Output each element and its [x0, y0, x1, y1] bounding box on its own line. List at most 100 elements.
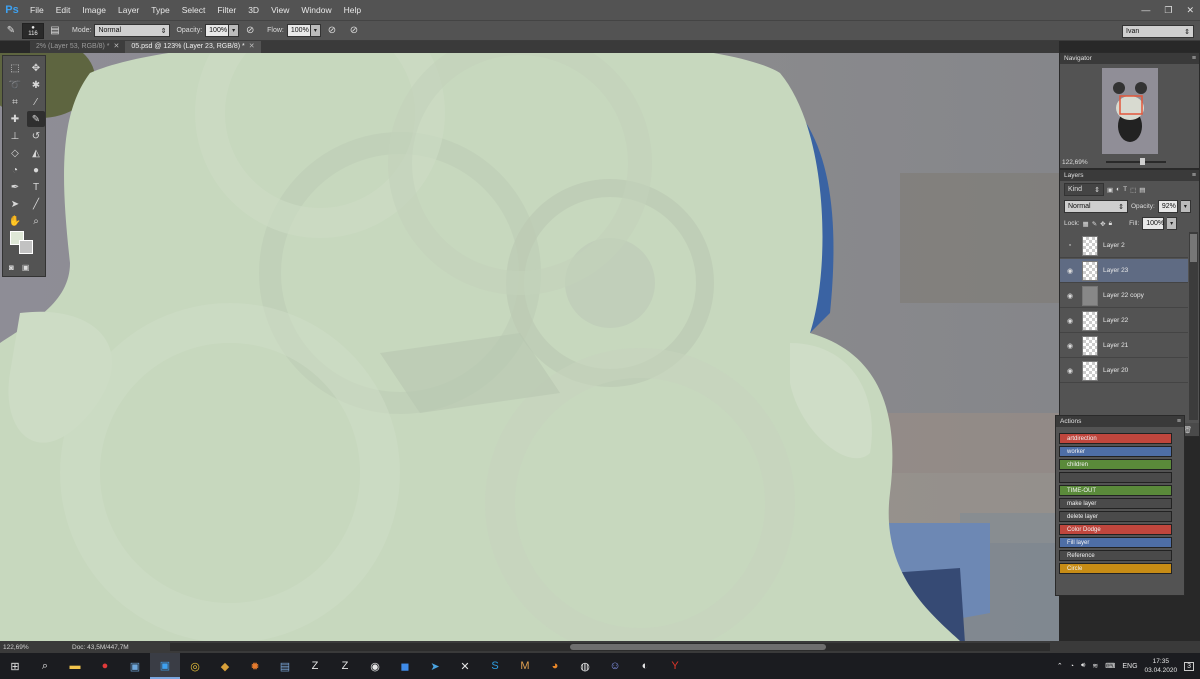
chrome-icon[interactable]: ◎: [180, 653, 210, 679]
document-icon[interactable]: ▤: [270, 653, 300, 679]
shape-filter-icon[interactable]: ⬚: [1130, 186, 1136, 194]
magic-wand-tool-icon[interactable]: ✱: [27, 77, 45, 93]
panel-menu-icon[interactable]: ≡: [1177, 416, 1181, 427]
record-icon[interactable]: ●: [90, 653, 120, 679]
eye-icon[interactable]: ◉: [1060, 267, 1080, 275]
browser-icon[interactable]: ◉: [360, 653, 390, 679]
menu-type[interactable]: Type: [145, 0, 175, 20]
mango-icon[interactable]: M: [510, 653, 540, 679]
brush-panel-toggle-icon[interactable]: ▤: [47, 23, 63, 39]
brush-size-picker[interactable]: ● 116: [22, 22, 44, 39]
zoom-tool-icon[interactable]: ⌕: [27, 213, 45, 229]
eye-icon[interactable]: ◉: [1060, 367, 1080, 375]
opacity-dropdown-icon[interactable]: ▾: [1180, 200, 1191, 213]
status-zoom[interactable]: 122,69%: [0, 644, 34, 651]
eye-icon[interactable]: ◉: [1060, 342, 1080, 350]
menu-image[interactable]: Image: [76, 0, 112, 20]
action-button[interactable]: Color Dodge: [1059, 524, 1172, 535]
path-selection-tool-icon[interactable]: ➤: [6, 196, 24, 212]
layer-opacity-input[interactable]: 92%: [1157, 200, 1178, 213]
photoshop-taskbar-icon[interactable]: ▣: [150, 653, 180, 679]
eye-icon[interactable]: ◉: [1060, 317, 1080, 325]
action-button[interactable]: make layer: [1059, 498, 1172, 509]
minimize-button[interactable]: —: [1141, 5, 1150, 15]
eyedropper-tool-icon[interactable]: ⁄: [27, 94, 45, 110]
ae-icon[interactable]: ◆: [210, 653, 240, 679]
lock-position-icon[interactable]: ✥: [1100, 220, 1105, 228]
discord-icon[interactable]: ☺: [600, 653, 630, 679]
lock-all-icon[interactable]: 🔒︎: [1109, 220, 1112, 228]
document-tab-active[interactable]: 05.psd @ 123% (Layer 23, RGB/8) * ✕: [125, 41, 261, 53]
clone-stamp-tool-icon[interactable]: ⊥: [6, 128, 24, 144]
blender-icon[interactable]: ◕: [540, 653, 570, 679]
move-tool-icon[interactable]: ✥: [27, 60, 45, 76]
brush-tool-preset-icon[interactable]: ✎: [3, 23, 19, 39]
brush-tool-icon[interactable]: ✎: [27, 111, 45, 127]
pen-tool-icon[interactable]: ✒: [6, 179, 24, 195]
layer-row[interactable]: ◉ Layer 21: [1060, 334, 1188, 358]
lock-transparency-icon[interactable]: ▦: [1083, 220, 1089, 228]
pixel-filter-icon[interactable]: ▣: [1107, 186, 1113, 194]
notification-center-icon[interactable]: 3: [1184, 661, 1194, 671]
yandex-icon[interactable]: Y: [660, 653, 690, 679]
file-explorer-icon[interactable]: ▬: [60, 653, 90, 679]
obs-icon[interactable]: ◐: [630, 653, 660, 679]
pressure-size-icon[interactable]: ⊘: [346, 23, 362, 39]
keyboard-icon[interactable]: ⌨: [1105, 662, 1115, 670]
flow-input[interactable]: 100%: [286, 24, 311, 37]
scrollbar-thumb[interactable]: [570, 644, 826, 650]
layer-row[interactable]: ▫ Layer 2: [1060, 234, 1188, 258]
blur-tool-icon[interactable]: ◔: [6, 162, 24, 178]
search-icon[interactable]: ⌕: [30, 653, 60, 679]
opacity-input[interactable]: 100%: [205, 24, 230, 37]
action-button[interactable]: Reference: [1059, 550, 1172, 561]
adjustment-filter-icon[interactable]: ◐: [1116, 186, 1120, 193]
telegram-icon[interactable]: ➤: [420, 653, 450, 679]
fill-dropdown-icon[interactable]: ▾: [1167, 217, 1178, 230]
background-color-swatch[interactable]: [19, 240, 33, 254]
horizontal-scrollbar[interactable]: [170, 643, 1050, 651]
volume-icon[interactable]: 🔊︎: [1081, 662, 1085, 670]
pressure-opacity-icon[interactable]: ⊘: [242, 23, 258, 39]
mode-select[interactable]: Normal ⇕: [94, 24, 171, 37]
scrollbar-thumb[interactable]: [1190, 234, 1197, 262]
zbrush-alt-icon[interactable]: Z: [330, 653, 360, 679]
wifi-icon[interactable]: ≋: [1092, 662, 1098, 670]
menu-select[interactable]: Select: [176, 0, 212, 20]
layer-row[interactable]: ◉ Layer 22: [1060, 309, 1188, 333]
slider-knob[interactable]: [1140, 158, 1145, 165]
fill-input[interactable]: 100%: [1142, 217, 1165, 230]
type-tool-icon[interactable]: T: [27, 179, 45, 195]
blend-mode-select[interactable]: Normal ⇕: [1064, 200, 1128, 213]
menu-3d[interactable]: 3D: [242, 0, 265, 20]
marquee-tool-icon[interactable]: ⬚: [6, 60, 24, 76]
menu-edit[interactable]: Edit: [50, 0, 77, 20]
hand-tool-icon[interactable]: ✋: [6, 213, 24, 229]
action-button[interactable]: artdirection: [1059, 433, 1172, 444]
smart-filter-icon[interactable]: ▤: [1139, 186, 1145, 194]
layer-row[interactable]: ◉ Layer 20: [1060, 359, 1188, 383]
menu-help[interactable]: Help: [338, 0, 367, 20]
menu-layer[interactable]: Layer: [112, 0, 145, 20]
document-tab[interactable]: 2% (Layer 53, RGB/8) * ✕: [30, 41, 126, 53]
navigator-thumbnail[interactable]: [1102, 68, 1158, 154]
app-ring-icon[interactable]: ◍: [570, 653, 600, 679]
navigator-zoom-slider[interactable]: [1106, 158, 1166, 165]
action-button[interactable]: children: [1059, 459, 1172, 470]
type-filter-icon[interactable]: T: [1123, 186, 1127, 193]
kind-filter-select[interactable]: Kind ⇕: [1064, 183, 1104, 196]
close-icon[interactable]: ✕: [114, 43, 120, 50]
navigator-zoom-value[interactable]: 122,69%: [1062, 159, 1088, 166]
zbrush-icon[interactable]: Z: [300, 653, 330, 679]
task-manager-icon[interactable]: ▣: [120, 653, 150, 679]
menu-file[interactable]: File: [24, 0, 50, 20]
xnview-icon[interactable]: ✕: [450, 653, 480, 679]
quick-mask-icon[interactable]: ◙: [9, 263, 14, 272]
layers-scrollbar[interactable]: [1189, 232, 1198, 420]
action-button[interactable]: delete layer: [1059, 511, 1172, 522]
visibility-off-icon[interactable]: ▫: [1060, 242, 1080, 249]
document-canvas[interactable]: [0, 53, 1059, 641]
close-icon[interactable]: ✕: [249, 43, 255, 50]
action-button[interactable]: Circle: [1059, 563, 1172, 574]
skype-icon[interactable]: S: [480, 653, 510, 679]
